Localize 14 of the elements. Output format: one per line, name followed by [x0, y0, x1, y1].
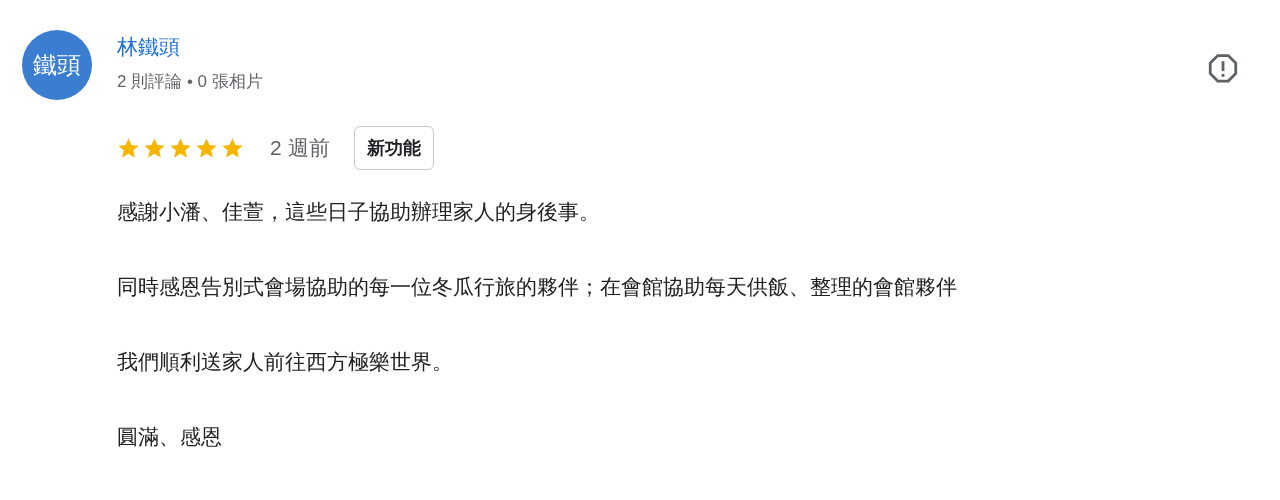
- review-paragraph: 我們順利送家人前往西方極樂世界。: [117, 349, 454, 375]
- review-time: 2 週前: [270, 135, 330, 161]
- star-icon: [221, 136, 244, 160]
- reviewer-name[interactable]: 林鐵頭: [117, 33, 1206, 61]
- star-icon: [169, 136, 192, 160]
- review-paragraph: 同時感恩告別式會場協助的每一位冬瓜行旅的夥伴；在會館協助每天供飯、整理的會館夥伴: [117, 274, 958, 300]
- star-icon: [143, 136, 166, 160]
- star-icon: [195, 136, 218, 160]
- star-icon: [117, 136, 140, 160]
- review-paragraph: 圓滿、感恩: [117, 424, 223, 450]
- avatar[interactable]: 鐵頭: [22, 30, 92, 100]
- review-paragraph: 感謝小潘、佳萱，這些日子協助辦理家人的身後事。: [117, 199, 601, 225]
- new-feature-badge[interactable]: 新功能: [353, 126, 434, 170]
- reviewer-stats: 2 則評論 • 0 張相片: [117, 71, 264, 93]
